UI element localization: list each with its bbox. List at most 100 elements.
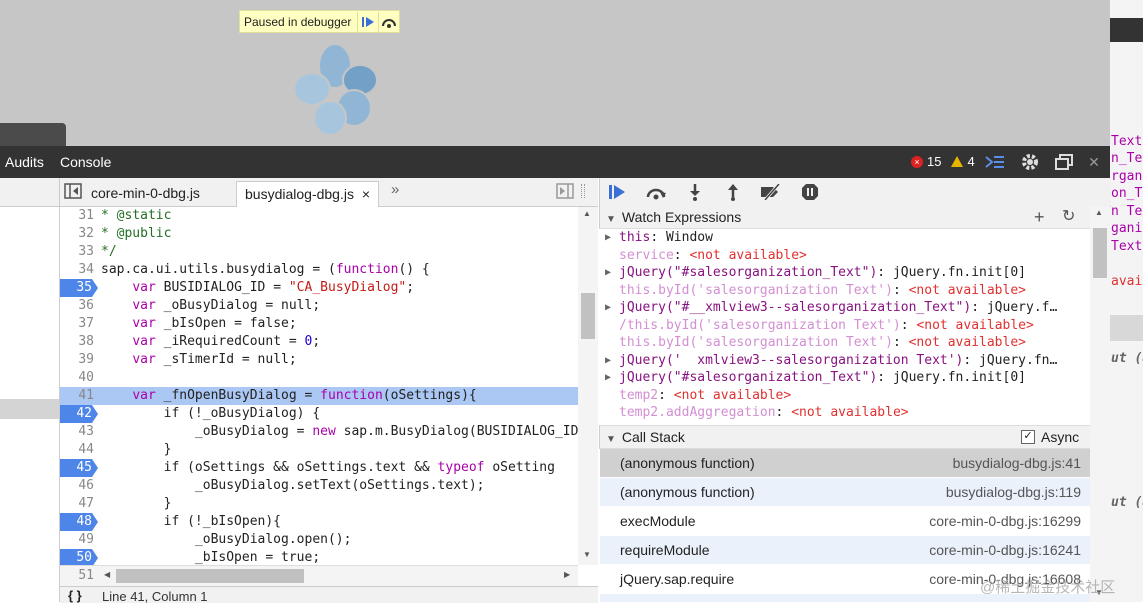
scroll-up-icon[interactable]: ▲	[1095, 208, 1103, 217]
code-horizontal-scrollbar[interactable]: 51 ◀ ▶	[60, 565, 578, 586]
frame-location[interactable]: core-min-0-dbg.js:16241	[929, 536, 1081, 564]
code-line[interactable]: 43 _oBusyDialog = new sap.m.BusyDialog(B…	[60, 423, 578, 441]
tab-audits[interactable]: Audits	[5, 154, 44, 170]
call-frame[interactable]: requireModule core-min-0-dbg.js:16241	[600, 536, 1090, 565]
more-tabs-icon[interactable]: »	[391, 181, 399, 198]
line-number[interactable]: 33	[60, 243, 94, 261]
toggle-navigator-icon[interactable]	[64, 183, 82, 202]
error-warning-counter[interactable]: × 15 4	[911, 154, 975, 169]
line-number[interactable]: 43	[60, 423, 94, 441]
expand-arrow-icon[interactable]: ▶	[605, 299, 611, 316]
code-line[interactable]: 50 _bIsOpen = true;	[60, 549, 578, 565]
code-line[interactable]: 42 if (!_oBusyDialog) {	[60, 405, 578, 423]
code-line[interactable]: 37 var _bIsOpen = false;	[60, 315, 578, 333]
frame-location[interactable]: busydialog-dbg.js:41	[953, 449, 1081, 477]
code-line[interactable]: 31 * @static	[60, 207, 578, 225]
code-line[interactable]: 49 _oBusyDialog.open();	[60, 531, 578, 549]
watch-item[interactable]: temp2: <not available>	[600, 387, 1090, 405]
pause-on-exceptions-icon[interactable]	[798, 182, 822, 202]
breakpoint-line-number[interactable]: 45	[60, 459, 98, 477]
close-tab-icon[interactable]: ×	[362, 186, 370, 202]
code-vertical-scrollbar[interactable]: ▲ ▼	[578, 207, 598, 565]
code-line[interactable]: 40	[60, 369, 578, 387]
line-number[interactable]: 44	[60, 441, 94, 459]
resume-icon[interactable]	[605, 182, 629, 202]
code-hscroll-thumb[interactable]	[116, 569, 304, 583]
code-line[interactable]: 47 }	[60, 495, 578, 513]
code-line[interactable]: 41 var _fnOpenBusyDialog = function(oSet…	[60, 387, 578, 405]
line-number[interactable]: 32	[60, 225, 94, 243]
step-over-icon[interactable]	[378, 11, 399, 32]
watch-item[interactable]: /this.byId('salesorganization Text'): <n…	[600, 317, 1090, 335]
breakpoint-line-number[interactable]: 48	[60, 513, 98, 531]
watch-item[interactable]: ▶ jQuery(' xmlview3--salesorganization Te…	[600, 352, 1090, 370]
tab-core-min-0-dbg[interactable]: core-min-0-dbg.js	[83, 181, 208, 206]
watch-item[interactable]: temp2.addAggregation: <not available>	[600, 404, 1090, 422]
line-number[interactable]: 41	[60, 387, 94, 405]
line-number[interactable]: 47	[60, 495, 94, 513]
expand-arrow-icon[interactable]: ▶	[605, 352, 611, 369]
line-number[interactable]: 34	[60, 261, 94, 279]
watch-item[interactable]: service: <not available>	[600, 247, 1090, 265]
call-frame[interactable]: (anonymous function) busydialog-dbg.js:11…	[600, 478, 1090, 507]
navigator-selected-item[interactable]	[0, 399, 59, 419]
step-into-icon[interactable]	[683, 182, 707, 202]
watch-item[interactable]: this.byId('salesorganization Text'): <no…	[600, 334, 1090, 352]
watch-item[interactable]: ▶ jQuery("#salesorganization_Text"): jQue…	[600, 264, 1090, 282]
frame-location[interactable]: core-min-0-dbg.js:16299	[929, 507, 1081, 535]
tab-busydialog-dbg[interactable]: busydialog-dbg.js ×	[236, 181, 380, 207]
line-number[interactable]: 46	[60, 477, 94, 495]
code-vscroll-thumb[interactable]	[581, 293, 595, 339]
call-frame[interactable]: (anonymous function) busydialog-dbg.js:41	[600, 449, 1090, 478]
expand-arrow-icon[interactable]: ▶	[605, 369, 611, 386]
tab-console[interactable]: Console	[60, 154, 111, 170]
scroll-up-icon[interactable]: ▲	[583, 209, 591, 218]
close-devtools-icon[interactable]: ✕	[1083, 152, 1105, 172]
code-line[interactable]: 38 var _iRequiredCount = 0;	[60, 333, 578, 351]
line-number[interactable]: 40	[60, 369, 94, 387]
line-number[interactable]: 39	[60, 351, 94, 369]
code-line[interactable]: 32 * @public	[60, 225, 578, 243]
step-over-icon[interactable]	[644, 182, 668, 202]
sidebar-scroll-thumb[interactable]	[1093, 228, 1107, 278]
sidebar-scrollbar[interactable]: ▲ ▼	[1090, 206, 1110, 602]
add-watch-icon[interactable]: +	[1034, 206, 1045, 228]
splitter-handle[interactable]	[581, 184, 585, 198]
code-editor[interactable]: 31 * @static 32 * @public 33 */ 34 sap.ca.ui.ut…	[60, 207, 578, 565]
line-number[interactable]: 38	[60, 333, 94, 351]
deactivate-breakpoints-icon[interactable]	[759, 182, 783, 202]
dock-side-icon[interactable]	[1053, 152, 1075, 172]
breakpoint-line-number[interactable]: 42	[60, 405, 98, 423]
watch-item[interactable]: ▶ jQuery("#salesorganization_Text"): jQue…	[600, 369, 1090, 387]
code-line[interactable]: 45 if (oSettings && oSettings.text && ty…	[60, 459, 578, 477]
code-line[interactable]: 33 */	[60, 243, 578, 261]
code-line[interactable]: 35 var BUSIDIALOG_ID = "CA_BusyDialog";	[60, 279, 578, 297]
code-line[interactable]: 46 _oBusyDialog.setText(oSettings.text);	[60, 477, 578, 495]
console-drawer-icon[interactable]	[984, 152, 1006, 172]
expand-arrow-icon[interactable]: ▶	[605, 264, 611, 281]
line-number[interactable]: 31	[60, 207, 94, 225]
scroll-down-icon[interactable]: ▼	[583, 550, 591, 559]
pretty-print-icon[interactable]: { }	[68, 588, 82, 603]
code-line[interactable]: 48 if (!_bIsOpen){	[60, 513, 578, 531]
breakpoint-line-number[interactable]: 50	[60, 549, 98, 565]
line-number[interactable]: 37	[60, 315, 94, 333]
watch-expressions-header[interactable]: ▼ Watch Expressions + ↻	[599, 206, 1090, 229]
refresh-watch-icon[interactable]: ↻	[1062, 206, 1075, 228]
line-number[interactable]: 36	[60, 297, 94, 315]
code-line[interactable]: 34 sap.ca.ui.utils.busydialog = (function…	[60, 261, 578, 279]
call-frame[interactable]: execModule core-min-0-dbg.js:16299	[600, 507, 1090, 536]
async-checkbox[interactable]: ✓	[1021, 430, 1035, 444]
code-line[interactable]: 44 }	[60, 441, 578, 459]
code-line[interactable]: 36 var _oBusyDialog = null;	[60, 297, 578, 315]
watch-item[interactable]: ▶ this: Window	[600, 229, 1090, 247]
scroll-left-icon[interactable]: ◀	[104, 570, 110, 579]
settings-gear-icon[interactable]	[1019, 152, 1041, 172]
call-stack-header[interactable]: ▼ Call Stack ✓ Async	[599, 425, 1090, 449]
resume-icon[interactable]	[357, 11, 378, 32]
watch-item[interactable]: this.byId('salesorganization Text'): <no…	[600, 282, 1090, 300]
code-line[interactable]: 39 var _sTimerId = null;	[60, 351, 578, 369]
scroll-right-icon[interactable]: ▶	[564, 570, 570, 579]
watch-item[interactable]: ▶ jQuery("#__xmlview3--salesorganization_…	[600, 299, 1090, 317]
expand-arrow-icon[interactable]: ▶	[605, 229, 611, 246]
